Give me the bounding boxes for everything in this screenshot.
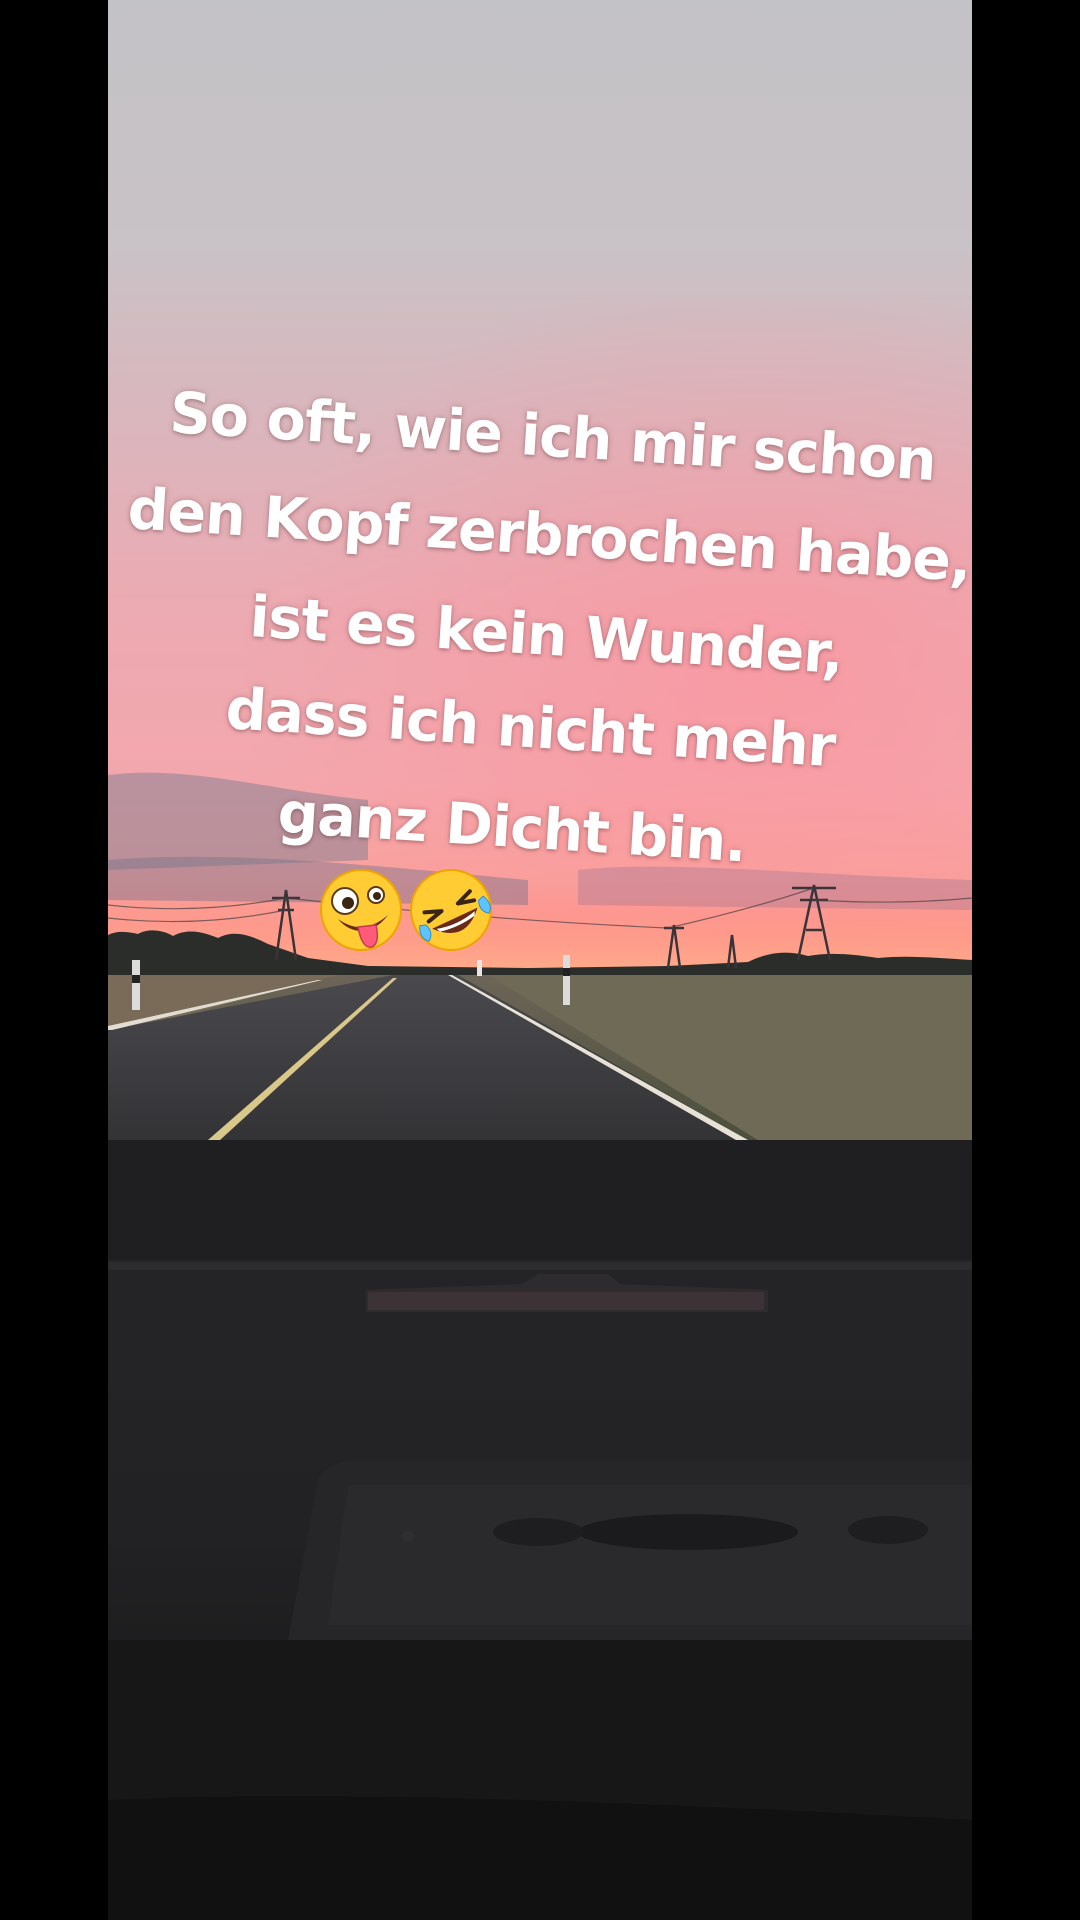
emoji-group xyxy=(318,862,494,958)
zany-face-icon xyxy=(318,867,404,953)
rolling-on-floor-laughing-icon xyxy=(408,867,494,953)
road-sunset-scene xyxy=(108,0,972,1920)
story-frame: So oft, wie ich mir schon den Kopf zerbr… xyxy=(0,0,1080,1920)
background-photo xyxy=(108,0,972,1920)
